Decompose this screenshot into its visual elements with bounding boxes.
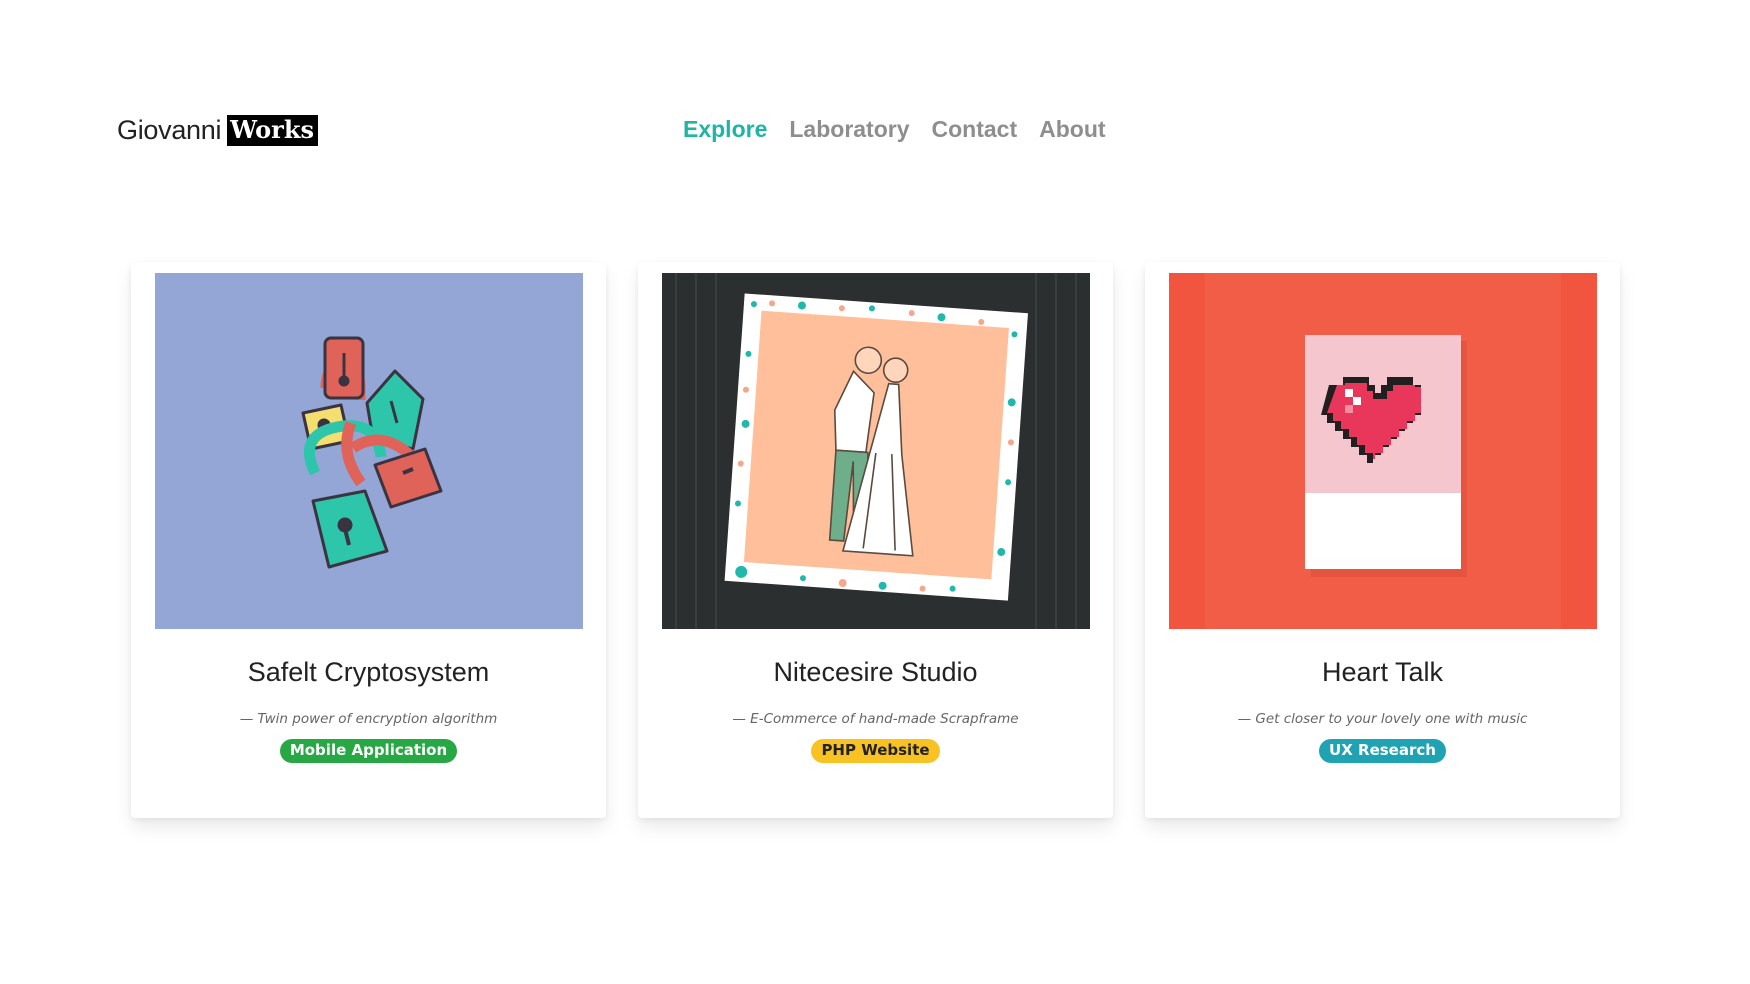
project-tag-badge: PHP Website (811, 739, 940, 763)
project-subtitle: — Get closer to your lovely one with mus… (1237, 711, 1528, 727)
project-subtitle: — Twin power of encryption algorithm (239, 711, 498, 727)
project-tag-badge: UX Research (1319, 739, 1446, 763)
project-title[interactable]: Safelt Cryptosystem (131, 657, 606, 688)
project-tag-badge: Mobile Application (279, 739, 458, 763)
nav-laboratory[interactable]: Laboratory (789, 116, 909, 143)
project-card-nitecesire[interactable]: Nitecesire Studio — E-Commerce of hand-m… (638, 262, 1113, 818)
wedding-scrapframe-photo[interactable] (662, 273, 1090, 629)
nav-about[interactable]: About (1039, 116, 1105, 143)
site-logo[interactable]: Giovanni Works (117, 113, 318, 147)
nav-contact[interactable]: Contact (932, 116, 1018, 143)
project-title[interactable]: Nitecesire Studio (638, 657, 1113, 688)
pixel-heart-card-photo[interactable] (1169, 273, 1597, 629)
project-title[interactable]: Heart Talk (1145, 657, 1620, 688)
project-card-safelt[interactable]: Safelt Cryptosystem — Twin power of encr… (131, 262, 606, 818)
logo-works-box: Works (227, 114, 318, 146)
project-card-hearttalk[interactable]: Heart Talk — Get closer to your lovely o… (1145, 262, 1620, 818)
logo-name: Giovanni (117, 114, 222, 145)
project-subtitle: — E-Commerce of hand-made Scrapframe (732, 711, 1019, 727)
nav-explore[interactable]: Explore (683, 116, 767, 143)
padlocks-illustration[interactable] (155, 273, 583, 629)
main-nav: Explore Laboratory Contact About (683, 116, 1106, 143)
